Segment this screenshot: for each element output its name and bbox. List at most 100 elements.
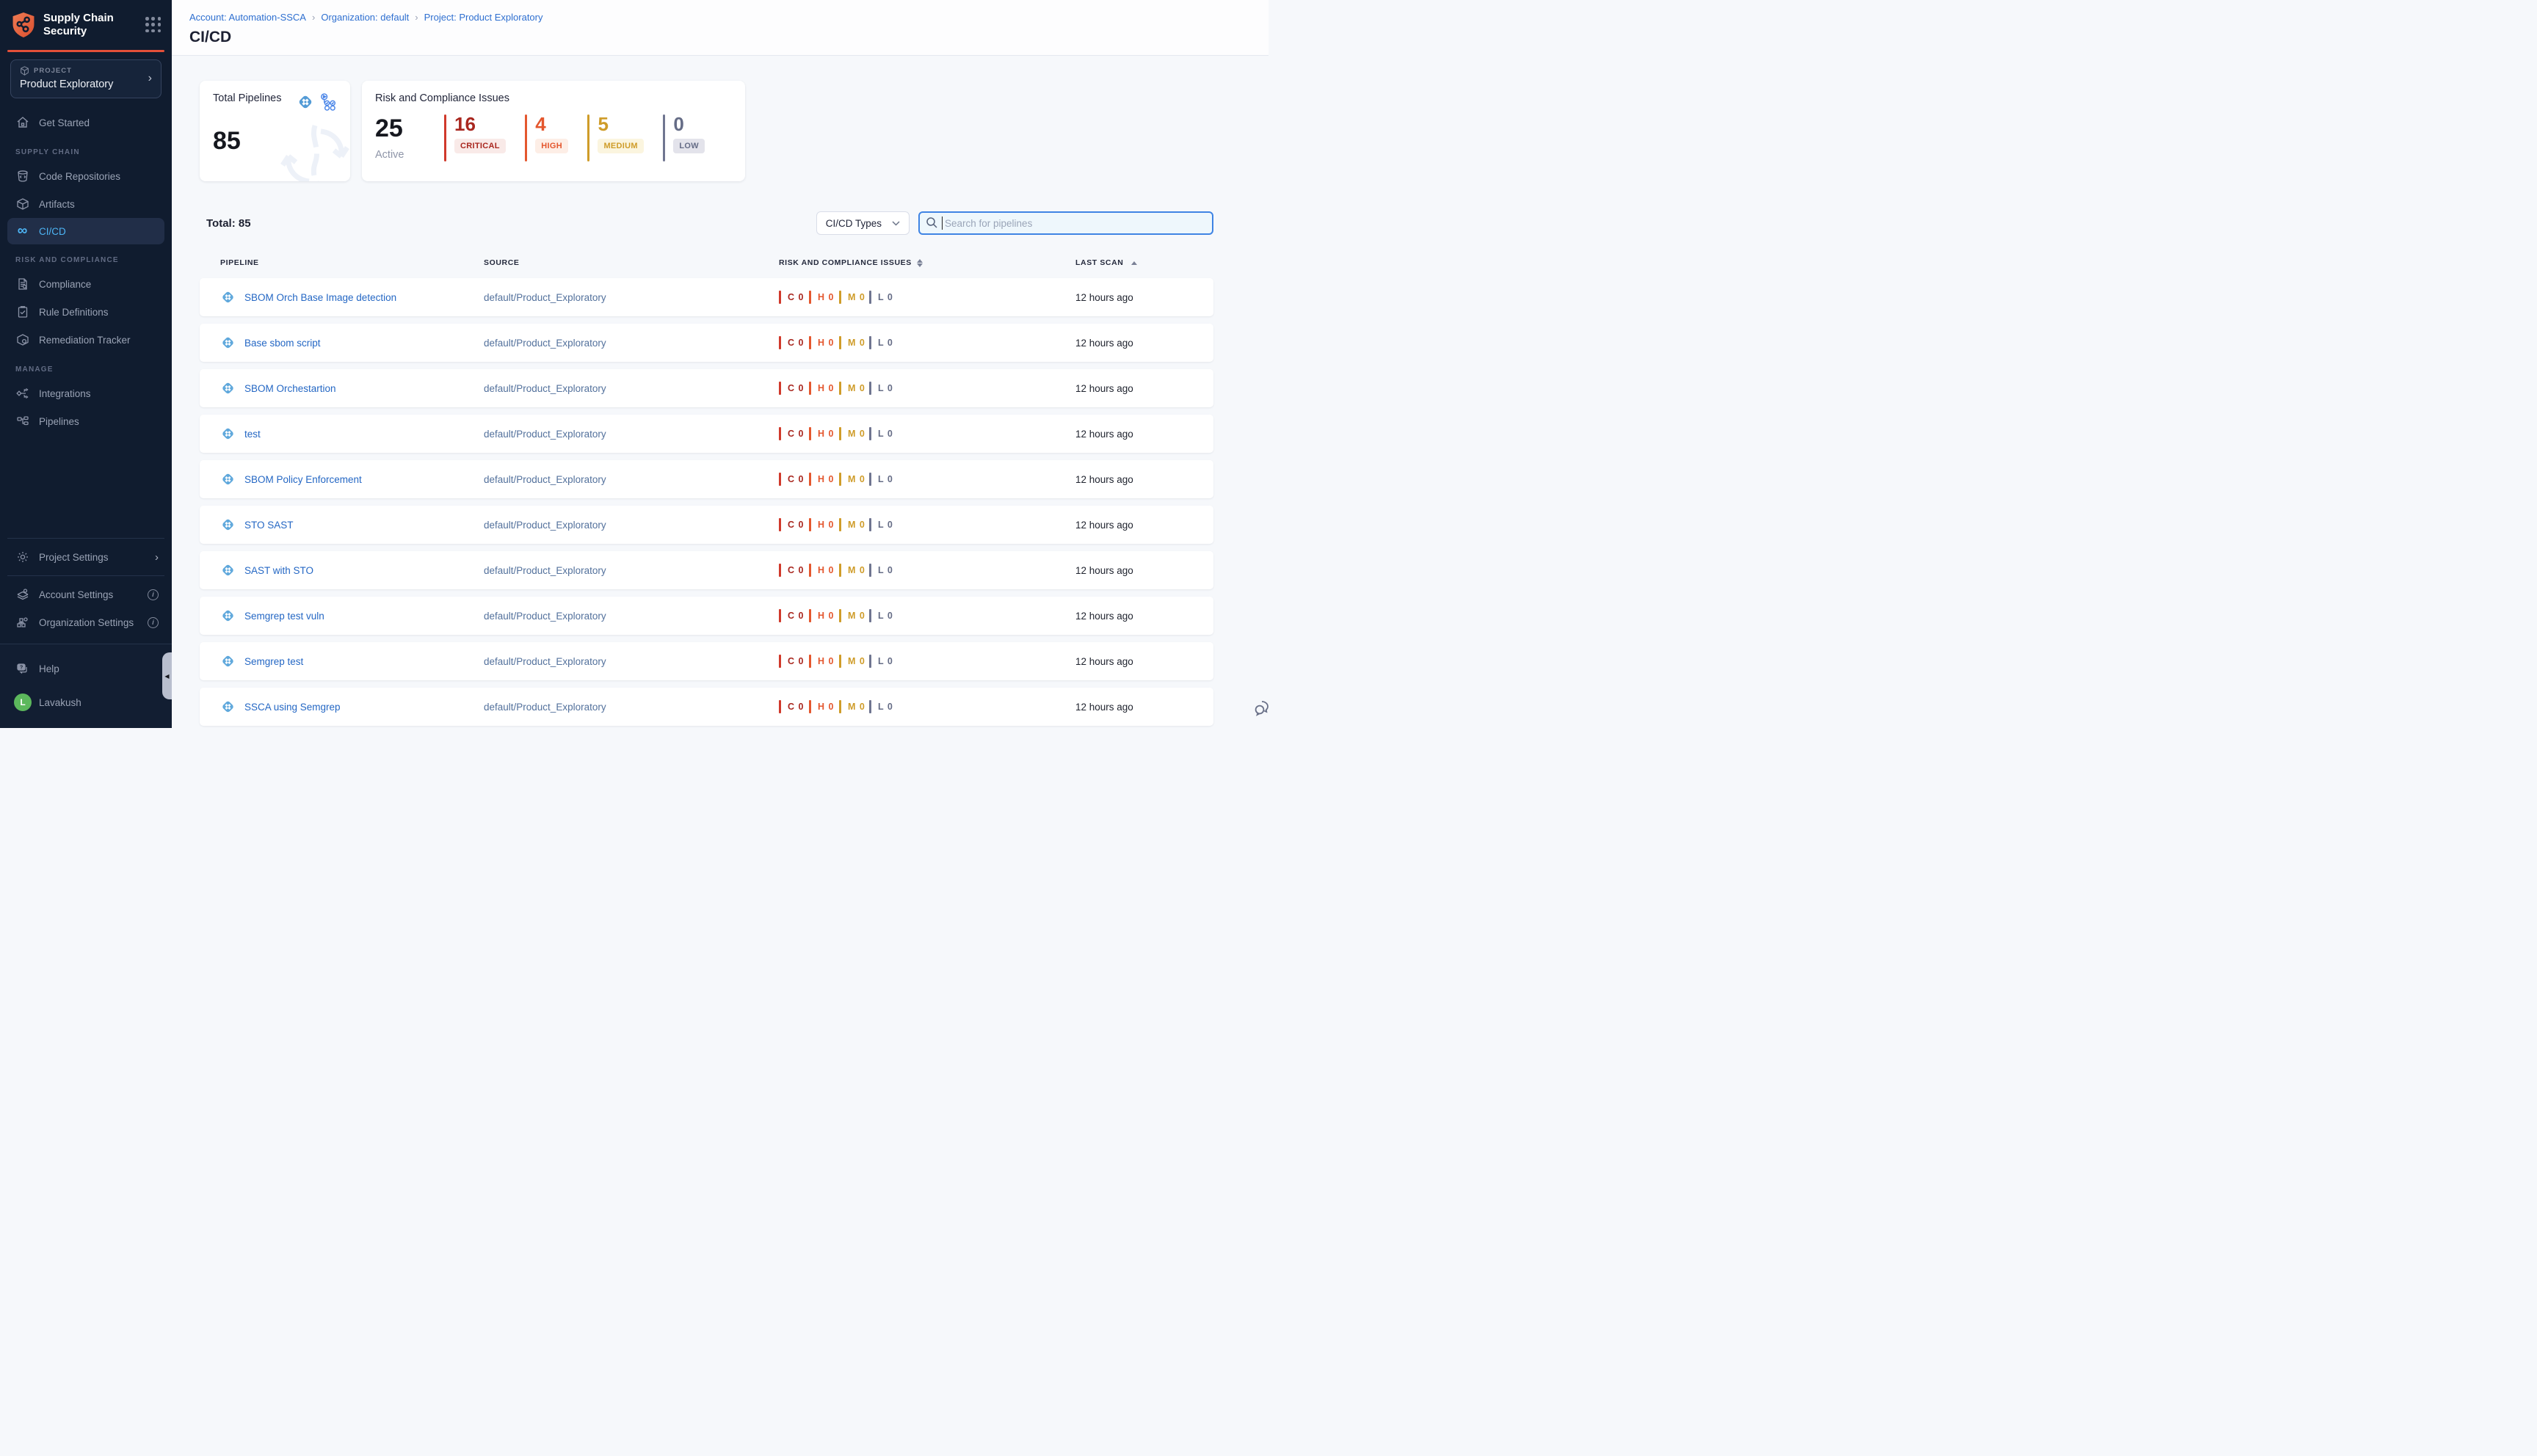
severity-count-L: L 0 (869, 382, 899, 395)
severity-mini-bar (869, 291, 871, 304)
severity-bar (444, 114, 447, 161)
pipeline-row[interactable]: SBOM Orchestartion default/Product_Explo… (200, 369, 1213, 407)
severity-mini-bar (779, 609, 781, 622)
sidebar-item-rule-definitions[interactable]: Rule Definitions (0, 298, 172, 326)
sidebar-item-account-settings[interactable]: Account Settings i (0, 580, 172, 608)
severity-count-L: L 0 (869, 564, 899, 577)
chevron-right-icon: › (155, 551, 159, 564)
severity-count: 0 (673, 114, 705, 134)
pipeline-source: default/Product_Exploratory (484, 656, 779, 667)
pipeline-row[interactable]: SAST with STO default/Product_Explorator… (200, 551, 1213, 589)
severity-mini-bar (809, 700, 811, 713)
main-area: Account: Automation-SSCA › Organization:… (172, 0, 1268, 728)
pipeline-name-link[interactable]: SBOM Orch Base Image detection (244, 292, 396, 303)
pipeline-row[interactable]: test default/Product_Exploratory C 0H 0M… (200, 415, 1213, 453)
dropdown-value: CI/CD Types (826, 218, 882, 229)
risk-issues-cell: C 0H 0M 0L 0 (779, 291, 1075, 304)
pipeline-icon (220, 608, 236, 624)
severity-count-C: C 0 (779, 655, 809, 668)
risk-issues-cell: C 0H 0M 0L 0 (779, 655, 1075, 668)
pipeline-source: default/Product_Exploratory (484, 429, 779, 440)
sidebar-item-help[interactable]: ? Help (0, 655, 172, 682)
sidebar: Supply Chain Security PROJECT Product Ex… (0, 0, 172, 728)
sidebar-item-pipelines[interactable]: Pipelines (0, 407, 172, 435)
column-header-pipeline: PIPELINE (220, 258, 484, 267)
risk-card-title: Risk and Compliance Issues (375, 92, 732, 104)
column-header-last-scan[interactable]: LAST SCAN (1075, 258, 1199, 267)
severity-count-H: H 0 (809, 427, 839, 440)
chat-feedback-widget-icon[interactable] (1253, 699, 1272, 718)
pipeline-source: default/Product_Exploratory (484, 383, 779, 394)
pipeline-row[interactable]: Base sbom script default/Product_Explora… (200, 324, 1213, 362)
severity-mini-bar (839, 564, 841, 577)
pipeline-row[interactable]: SBOM Policy Enforcement default/Product_… (200, 460, 1213, 498)
pipeline-name-link[interactable]: SBOM Orchestartion (244, 383, 336, 394)
gear-icon (15, 550, 29, 564)
severity-mini-bar (869, 336, 871, 349)
sidebar-item-label: Help (39, 663, 59, 674)
sidebar-item-organization-settings[interactable]: Organization Settings i (0, 608, 172, 636)
severity-mini-bar (779, 382, 781, 395)
pipeline-name-link[interactable]: SSCA using Semgrep (244, 702, 341, 713)
severity-count-C: C 0 (779, 382, 809, 395)
info-icon[interactable]: i (148, 617, 159, 628)
severity-mini-bar (839, 655, 841, 668)
sidebar-item-label: Compliance (39, 279, 91, 290)
sidebar-item-integrations[interactable]: Integrations (0, 379, 172, 407)
pipeline-name-link[interactable]: SBOM Policy Enforcement (244, 474, 362, 485)
sidebar-item-remediation-tracker[interactable]: Remediation Tracker (0, 326, 172, 354)
module-grid-icon[interactable] (145, 17, 161, 33)
pipeline-row[interactable]: SSCA using Semgrep default/Product_Explo… (200, 688, 1213, 726)
risk-issues-cell: C 0H 0M 0L 0 (779, 609, 1075, 622)
project-selector[interactable]: PROJECT Product Exploratory › (10, 59, 161, 98)
severity-count-L: L 0 (869, 609, 899, 622)
pipeline-name-link[interactable]: test (244, 429, 261, 440)
pipeline-row[interactable]: Semgrep test default/Product_Exploratory… (200, 642, 1213, 680)
breadcrumb-account-link[interactable]: Account: Automation-SSCA (189, 12, 306, 23)
sidebar-item-get-started[interactable]: Get Started (0, 109, 172, 136)
breadcrumb-organization-link[interactable]: Organization: default (321, 12, 409, 23)
pipeline-name-link[interactable]: STO SAST (244, 520, 294, 531)
pipeline-row[interactable]: SBOM Orch Base Image detection default/P… (200, 278, 1213, 316)
search-input[interactable] (918, 211, 1213, 235)
severity-mini-bar (869, 473, 871, 486)
severity-mini-bar (809, 655, 811, 668)
pipeline-row[interactable]: Semgrep test vuln default/Product_Explor… (200, 597, 1213, 635)
pipeline-source: default/Product_Exploratory (484, 474, 779, 485)
sidebar-collapse-handle[interactable]: ◀ (162, 652, 172, 699)
account-settings-icon (15, 588, 29, 602)
sort-both-icon[interactable] (917, 259, 923, 267)
pipeline-row[interactable]: STO SAST default/Product_Exploratory C 0… (200, 506, 1213, 544)
severity-count-M: M 0 (839, 427, 869, 440)
sidebar-item-compliance[interactable]: Compliance (0, 270, 172, 298)
cicd-types-dropdown[interactable]: CI/CD Types (816, 211, 910, 235)
info-icon[interactable]: i (148, 589, 159, 600)
last-scan-value: 12 hours ago (1075, 656, 1199, 667)
sync-watermark-icon (277, 118, 350, 181)
breadcrumb-project-link[interactable]: Project: Product Exploratory (424, 12, 543, 23)
sidebar-item-code-repositories[interactable]: Code Repositories (0, 162, 172, 190)
severity-mini-bar (839, 473, 841, 486)
sidebar-item-project-settings[interactable]: Project Settings › (0, 543, 172, 571)
pipeline-source: default/Product_Exploratory (484, 338, 779, 349)
severity-mini-bar (839, 291, 841, 304)
sidebar-item-artifacts[interactable]: Artifacts (0, 190, 172, 218)
remediation-tracker-icon (15, 333, 29, 347)
active-issues-block: 25 Active (375, 114, 404, 161)
column-header-risk-issues[interactable]: RISK AND COMPLIANCE ISSUES (779, 258, 1075, 267)
risk-issues-cell: C 0H 0M 0L 0 (779, 336, 1075, 349)
nav-section-manage: MANAGE (0, 354, 172, 379)
sidebar-item-cicd[interactable]: ∞ CI/CD (7, 218, 164, 244)
user-menu[interactable]: L Lavakush (0, 688, 172, 716)
pipeline-name-link[interactable]: Semgrep test (244, 656, 303, 667)
last-scan-value: 12 hours ago (1075, 702, 1199, 713)
severity-count-C: C 0 (779, 518, 809, 531)
severity-count: 5 (598, 114, 643, 134)
pipeline-name-link[interactable]: SAST with STO (244, 565, 313, 576)
severity-mini-bar (779, 427, 781, 440)
sidebar-item-label: Project Settings (39, 552, 109, 563)
severity-count-H: H 0 (809, 564, 839, 577)
pipeline-name-link[interactable]: Semgrep test vuln (244, 611, 324, 622)
pipeline-name-link[interactable]: Base sbom script (244, 338, 321, 349)
severity-badge: MEDIUM (598, 139, 643, 153)
